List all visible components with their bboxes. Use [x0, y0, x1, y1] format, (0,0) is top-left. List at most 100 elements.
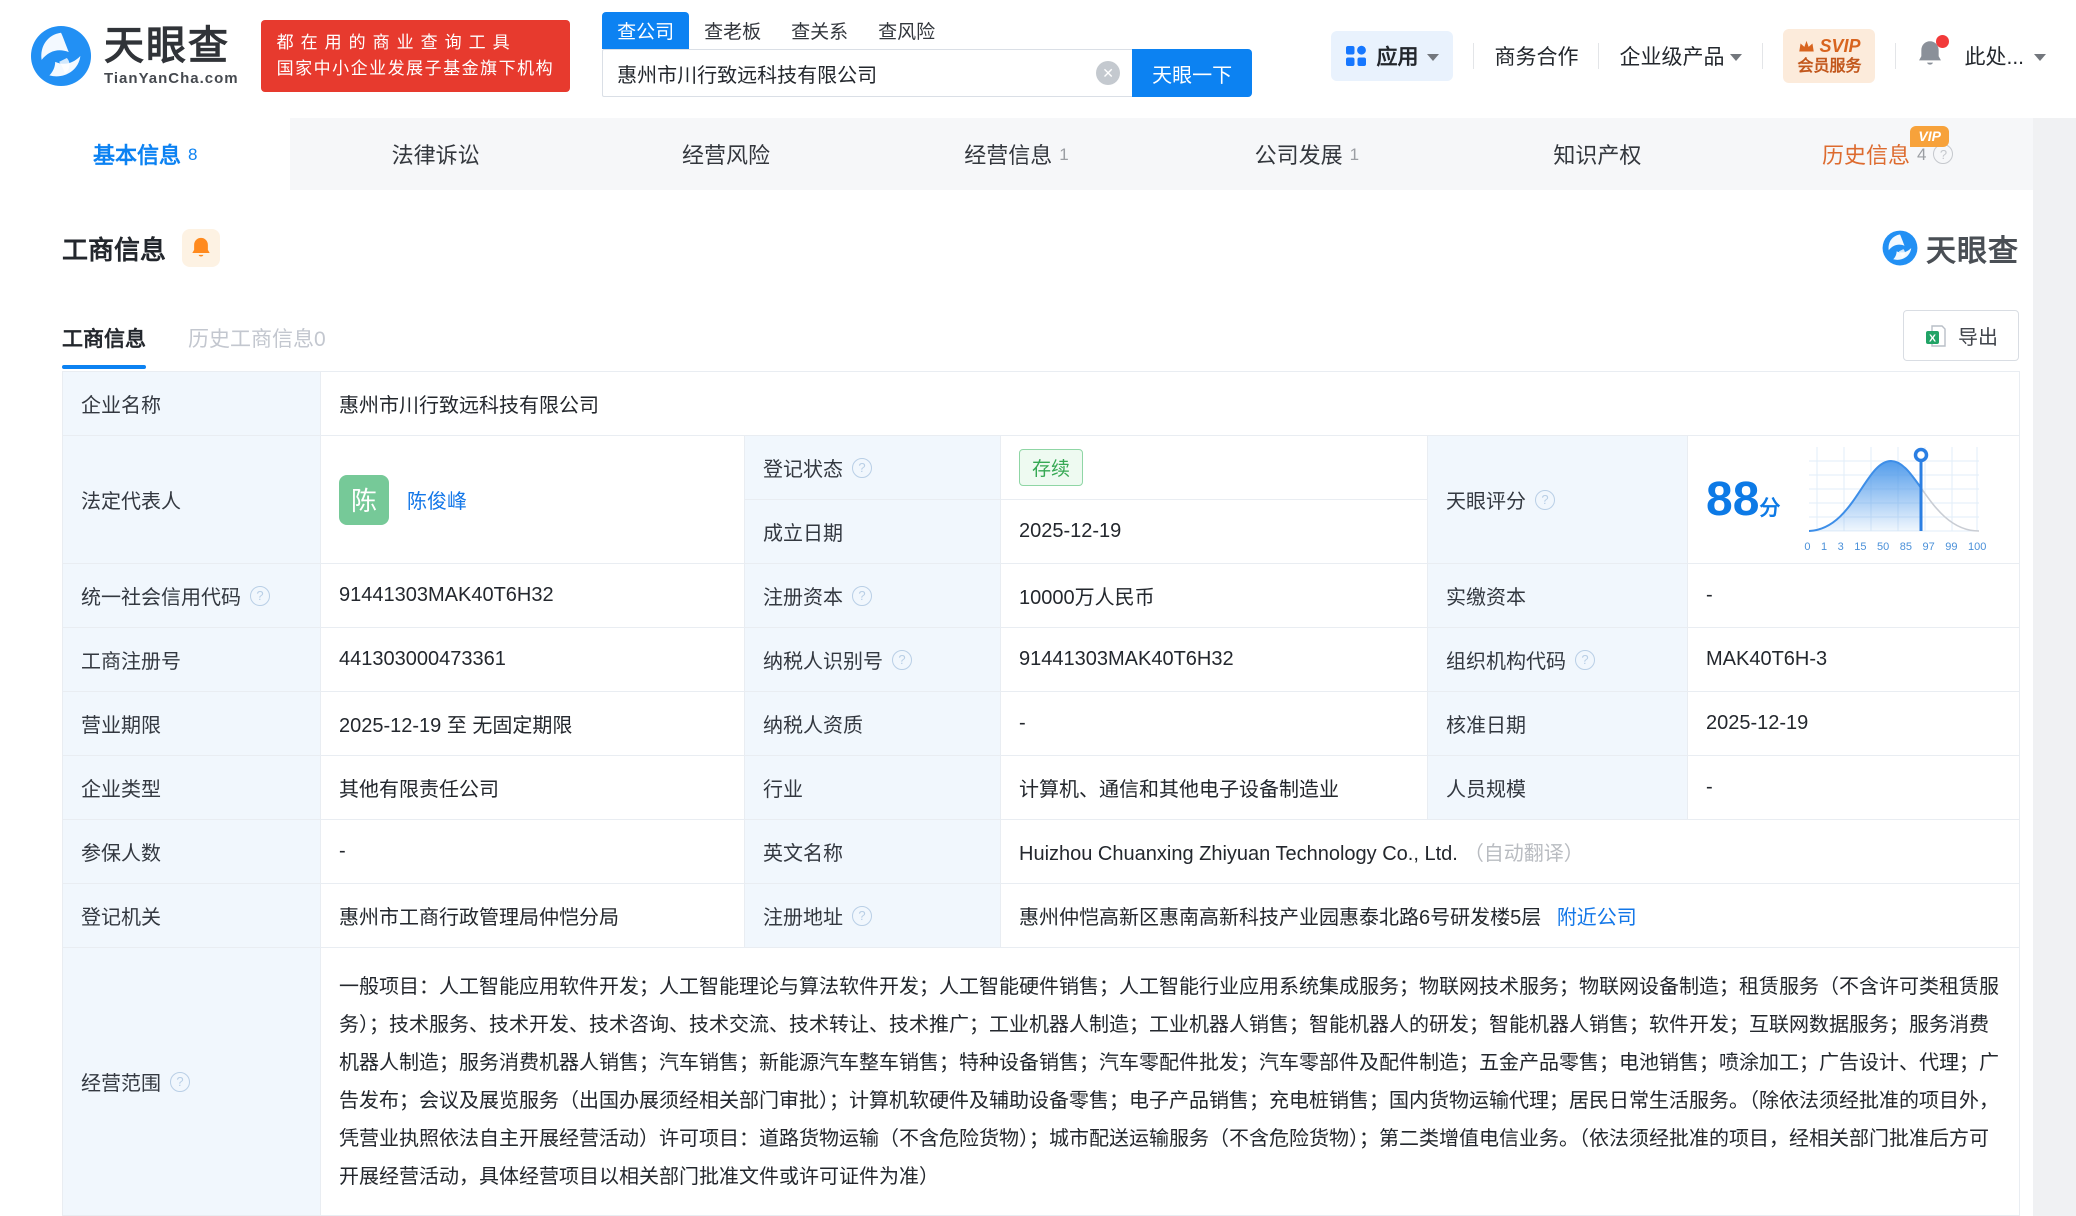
search-block: 查公司 查老板 查关系 查风险 ✕ 天眼一下 [602, 15, 1252, 97]
notification-dot [1936, 35, 1949, 48]
subtab-business-info[interactable]: 工商信息 [62, 323, 146, 369]
subscribe-bell-button[interactable] [182, 229, 220, 267]
help-icon[interactable]: ? [170, 1072, 190, 1092]
score-unit: 分 [1759, 497, 1780, 520]
help-icon[interactable]: ? [1933, 144, 1953, 164]
label-text: 注册资本 [763, 581, 843, 610]
export-label: 导出 [1958, 321, 1998, 350]
username-label: 此处... [1964, 41, 2024, 71]
field-label-industry: 行业 [745, 756, 1001, 820]
search-input[interactable] [617, 62, 1096, 85]
tab-history-info[interactable]: VIP 历史信息 4 ? [1743, 118, 2033, 190]
help-icon[interactable]: ? [1575, 650, 1595, 670]
field-value-company-name: 惠州市川行致远科技有限公司 [321, 372, 2020, 436]
apps-menu[interactable]: 应用 [1331, 31, 1453, 81]
status-badge: 存续 [1019, 449, 1083, 486]
chevron-down-icon [2034, 54, 2046, 61]
axis-tick: 99 [1945, 541, 1957, 553]
user-menu[interactable]: 此处... [1964, 41, 2046, 71]
avatar[interactable]: 陈 [339, 475, 389, 525]
field-value-reg-status: 存续 [1001, 436, 1428, 500]
field-label-business-term: 营业期限 [63, 692, 321, 756]
subtab-history-business-info[interactable]: 历史工商信息0 [188, 323, 326, 369]
tianyancha-logo[interactable]: 天眼查 TianYanCha.com [30, 25, 239, 87]
help-icon[interactable]: ? [852, 458, 872, 478]
tab-operating-risk[interactable]: 经营风险 [581, 118, 871, 190]
divider [1762, 43, 1763, 69]
search-tab-risk[interactable]: 查风险 [863, 12, 950, 49]
clear-search-icon[interactable]: ✕ [1096, 61, 1120, 85]
tab-label: 经营风险 [682, 138, 770, 170]
tab-count: 1 [1350, 145, 1359, 165]
axis-tick: 3 [1838, 541, 1844, 553]
svip-label: SVIP [1819, 36, 1860, 58]
tab-company-development[interactable]: 公司发展 1 [1162, 118, 1452, 190]
field-label-insured-count: 参保人数 [63, 820, 321, 884]
table-row: 营业期限 2025-12-19 至 无固定期限 纳税人资质 - 核准日期 202… [63, 692, 2020, 756]
tab-legal-proceedings[interactable]: 法律诉讼 [290, 118, 580, 190]
field-value-staff-size: - [1688, 756, 2020, 820]
table-row: 参保人数 - 英文名称 Huizhou Chuanxing Zhiyuan Te… [63, 820, 2020, 884]
field-value-taxpayer-id: 91441303MAK40T6H32 [1001, 628, 1428, 692]
field-value-industry: 计算机、通信和其他电子设备制造业 [1001, 756, 1428, 820]
axis-tick: 15 [1854, 541, 1866, 553]
auto-translate-note: （自动翻译） [1464, 843, 1584, 865]
tab-count: 8 [188, 145, 197, 165]
search-tab-company[interactable]: 查公司 [602, 12, 689, 49]
help-icon[interactable]: ? [250, 586, 270, 606]
field-value-english-name: Huizhou Chuanxing Zhiyuan Technology Co.… [1001, 820, 2020, 884]
search-button[interactable]: 天眼一下 [1132, 49, 1252, 97]
field-label-taxpayer-quality: 纳税人资质 [745, 692, 1001, 756]
svg-text:X: X [1929, 332, 1936, 344]
table-row: 登记机关 惠州市工商行政管理局仲恺分局 注册地址? 惠州仲恺高新区惠南高新科技产… [63, 884, 2020, 948]
tab-operating-info[interactable]: 经营信息 1 [871, 118, 1161, 190]
legal-rep-link[interactable]: 陈俊峰 [407, 485, 467, 514]
export-button[interactable]: X 导出 [1903, 310, 2019, 361]
header-nav: 应用 商务合作 企业级产品 SVIP 会员服务 [1331, 29, 2046, 84]
nearby-companies-link[interactable]: 附近公司 [1557, 907, 1637, 929]
search-tab-relation[interactable]: 查关系 [776, 12, 863, 49]
label-text: 组织机构代码 [1446, 645, 1566, 674]
promo-line2: 国家中小企业发展子基金旗下机构 [277, 56, 555, 82]
tab-label: 知识产权 [1553, 138, 1641, 170]
svip-membership-button[interactable]: SVIP 会员服务 [1783, 29, 1875, 84]
search-tabs: 查公司 查老板 查关系 查风险 [602, 15, 1252, 49]
table-row: 经营范围? 一般项目：人工智能应用软件开发；人工智能理论与算法软件开发；人工智能… [63, 948, 2020, 1216]
table-row: 企业类型 其他有限责任公司 行业 计算机、通信和其他电子设备制造业 人员规模 - [63, 756, 2020, 820]
field-label-reg-status: 登记状态? [745, 436, 1001, 500]
field-value-taxpayer-quality: - [1001, 692, 1428, 756]
tab-label: 经营信息 [964, 138, 1052, 170]
nav-enterprise-products[interactable]: 企业级产品 [1619, 41, 1742, 71]
field-value-reg-capital: 10000万人民币 [1001, 564, 1428, 628]
tab-intellectual-property[interactable]: 知识产权 [1452, 118, 1742, 190]
field-label-score: 天眼评分? [1428, 436, 1688, 564]
english-name-text: Huizhou Chuanxing Zhiyuan Technology Co.… [1019, 843, 1458, 865]
search-tab-boss[interactable]: 查老板 [689, 12, 776, 49]
business-info-table: 企业名称 惠州市川行致远科技有限公司 法定代表人 陈 陈俊峰 登记状态? 存续 [62, 371, 2020, 1216]
field-label-credit-code: 统一社会信用代码? [63, 564, 321, 628]
help-icon[interactable]: ? [852, 906, 872, 926]
axis-tick: 100 [1968, 541, 1986, 553]
help-icon[interactable]: ? [892, 650, 912, 670]
field-value-score: 88分 [1688, 436, 2020, 564]
table-row: 工商注册号 441303000473361 纳税人识别号? 91441303MA… [63, 628, 2020, 692]
brand-name: 天眼查 [104, 26, 239, 66]
field-label-paid-capital: 实缴资本 [1428, 564, 1688, 628]
tianyancha-watermark: 天眼查 [1882, 226, 2019, 270]
business-cooperation-label: 商务合作 [1494, 41, 1578, 71]
tab-label: 历史信息 [1822, 138, 1910, 170]
field-value-paid-capital: - [1688, 564, 2020, 628]
label-text: 注册地址 [763, 901, 843, 930]
help-icon[interactable]: ? [852, 586, 872, 606]
axis-tick: 85 [1900, 541, 1912, 553]
table-row: 法定代表人 陈 陈俊峰 登记状态? 存续 天眼评分? [63, 436, 2020, 500]
label-text: 纳税人识别号 [763, 645, 883, 674]
field-value-company-type: 其他有限责任公司 [321, 756, 745, 820]
tab-count: 4 [1917, 145, 1926, 165]
notifications-button[interactable] [1916, 39, 1944, 74]
tab-basic-info[interactable]: 基本信息 8 [0, 118, 290, 190]
tianyancha-logo-icon [30, 25, 92, 87]
help-icon[interactable]: ? [1535, 490, 1555, 510]
field-value-org-code: MAK40T6H-3 [1688, 628, 2020, 692]
nav-business-cooperation[interactable]: 商务合作 [1494, 41, 1578, 71]
